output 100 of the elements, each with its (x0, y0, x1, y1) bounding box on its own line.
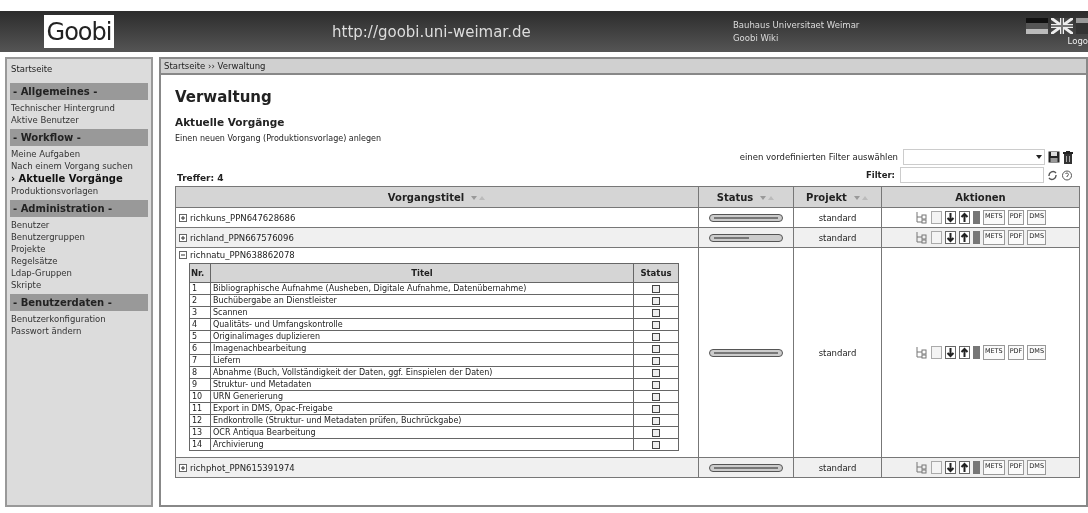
column-header[interactable]: Aktionen (881, 186, 1080, 208)
table-cell: Liefern (210, 354, 634, 367)
sidebar-item[interactable]: Benutzergruppen (10, 231, 148, 243)
header-link[interactable]: Bauhaus Universitaet Weimar (733, 20, 860, 30)
column-header: Status (633, 263, 679, 283)
page-title: Verwaltung (175, 88, 273, 106)
logout-link[interactable]: Logo (1067, 35, 1088, 46)
column-header: Titel (210, 263, 634, 283)
table-cell: 5 (189, 330, 211, 343)
help-icon[interactable] (1061, 169, 1073, 181)
table-cell: 8 (189, 366, 211, 379)
sidebar-item[interactable]: Regelsätze (10, 255, 148, 267)
table-cell: standard (793, 247, 882, 458)
tree-icon[interactable] (914, 346, 928, 359)
table-cell: Bibliographische Aufnahme (Ausheben, Digitale Aufnahme, Datenübernahme) (210, 282, 634, 295)
refresh-icon[interactable] (1047, 169, 1058, 181)
german-flag-icon[interactable] (1026, 17, 1048, 34)
sidebar-item[interactable]: › Aktuelle Vorgänge (10, 172, 148, 185)
table-cell: Export in DMS, Opac-Freigabe (210, 402, 634, 415)
sidebar-item[interactable]: Produktionsvorlagen (10, 185, 148, 197)
table-cell: 1 (189, 282, 211, 295)
sidebar-item[interactable]: Benutzer (10, 219, 148, 231)
table-cell: 4 (189, 318, 211, 331)
tree-icon[interactable] (914, 231, 928, 244)
sidebar-item[interactable]: Benutzerkonfiguration (10, 313, 148, 325)
download-icon[interactable] (944, 346, 956, 359)
tree-icon[interactable] (914, 461, 928, 474)
sidebar-item[interactable]: Startseite (10, 61, 148, 80)
sidebar-item[interactable]: Technischer Hintergrund (10, 102, 148, 114)
table-cell: 3 (189, 306, 211, 319)
column-header[interactable]: Vorgangstitel (175, 186, 699, 208)
sidebar-item[interactable]: Projekte (10, 243, 148, 255)
filter-label: Filter: (865, 170, 895, 180)
tree-icon[interactable] (914, 211, 928, 224)
sidebar-item[interactable]: Passwort ändern (10, 325, 148, 337)
new-process-link[interactable]: Einen neuen Vorgang (Produktionsvorlage) anlegen (175, 134, 1081, 143)
column-header[interactable]: Projekt (793, 186, 882, 208)
process-title[interactable]: richphot_PPN615391974 (190, 462, 295, 473)
download-icon[interactable] (944, 211, 956, 224)
table-cell: Endkontrolle (Struktur- und Metadaten prüfen, Buchrückgabe) (210, 414, 634, 427)
table-cell: Buchübergabe an Dienstleister (210, 294, 634, 307)
column-header: Nr. (189, 263, 211, 283)
sidebar-section-header: - Administration - (10, 200, 148, 217)
save-icon[interactable] (1048, 151, 1060, 163)
book-icon[interactable] (972, 346, 980, 359)
sidebar-item[interactable]: Meine Aufgaben (10, 148, 148, 160)
sidebar-item[interactable]: Skripte (10, 279, 148, 291)
table-cell: 7 (189, 354, 211, 367)
filter-select-label: einen vordefinierten Filter auswählen (739, 152, 898, 162)
table-cell: Scannen (210, 306, 634, 319)
hit-count: Treffer: 4 (176, 173, 224, 183)
table-cell: 13 (189, 426, 211, 439)
header-link[interactable]: Goobi Wiki (733, 33, 860, 43)
sidebar-item[interactable]: Ldap-Gruppen (10, 267, 148, 279)
table-cell: Imagenachbearbeitung (210, 342, 634, 355)
download-icon[interactable] (944, 231, 956, 244)
sidebar-section-header: - Benutzerdaten - (10, 294, 148, 311)
process-title[interactable]: richnatu_PPN638862078 (190, 250, 295, 260)
table-cell: Qualitäts- und Umfangskontrolle (210, 318, 634, 331)
logo[interactable]: Goobi (44, 15, 114, 48)
process-title[interactable]: richland_PPN667576096 (190, 232, 294, 243)
uk-flag-icon[interactable] (1051, 17, 1073, 34)
table-cell: 11 (189, 402, 211, 415)
download-icon[interactable] (944, 461, 956, 474)
sidebar-item[interactable]: Aktive Benutzer (10, 114, 148, 126)
upload-icon[interactable] (958, 461, 970, 474)
table-cell: 14 (189, 438, 211, 451)
table-cell: Struktur- und Metadaten (210, 378, 634, 391)
section-title: Aktuelle Vorgänge (175, 116, 286, 128)
book-icon[interactable] (972, 461, 980, 474)
caret-icon (1036, 155, 1042, 159)
table-cell: OCR Antiqua Bearbeitung (210, 426, 634, 439)
table-cell: 12 (189, 414, 211, 427)
expand-icon[interactable] (179, 233, 187, 242)
table-cell: 9 (189, 378, 211, 391)
upload-icon[interactable] (958, 211, 970, 224)
collapse-icon[interactable] (179, 251, 187, 259)
table-cell: URN Generierung (210, 390, 634, 403)
table-cell: standard (793, 207, 882, 228)
expand-icon[interactable] (179, 213, 187, 222)
table-cell: 6 (189, 342, 211, 355)
sidebar-section-header: - Allgemeines - (10, 83, 148, 100)
expand-icon[interactable] (179, 463, 187, 472)
flag-icon[interactable] (1076, 17, 1088, 34)
book-icon[interactable] (972, 211, 980, 224)
table-cell: Archivierung (210, 438, 634, 451)
sidebar-section-header: - Workflow - (10, 129, 148, 146)
column-header[interactable]: Status (698, 186, 794, 208)
upload-icon[interactable] (958, 346, 970, 359)
breadcrumb: Startseite ›› Verwaltung (161, 59, 1086, 75)
table-cell: Originalimages duplizieren (210, 330, 634, 343)
upload-icon[interactable] (958, 231, 970, 244)
filter-input[interactable] (900, 167, 1044, 183)
sidebar-item[interactable]: Nach einem Vorgang suchen (10, 160, 148, 172)
site-url: http://goobi.uni-weimar.de (332, 22, 532, 41)
table-cell: Abnahme (Buch, Vollständigkeit der Daten, ggf. Einspielen der Daten) (210, 366, 634, 379)
process-title[interactable]: richkuns_PPN647628686 (190, 212, 296, 223)
trash-icon[interactable] (1063, 150, 1073, 164)
book-icon[interactable] (972, 231, 980, 244)
table-cell: 10 (189, 390, 211, 403)
